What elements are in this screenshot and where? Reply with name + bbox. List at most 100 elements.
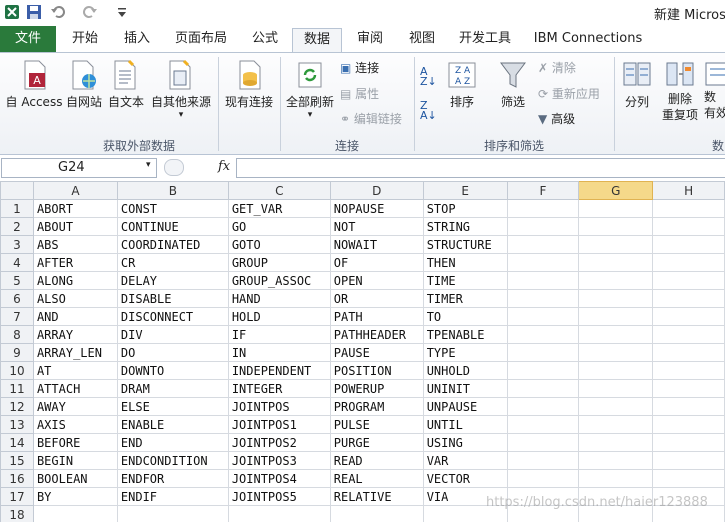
cell[interactable]: [506, 217, 580, 236]
name-box-dropdown-icon[interactable]: ▾: [146, 160, 151, 170]
column-header[interactable]: C: [227, 181, 331, 200]
cell[interactable]: TYPE: [422, 343, 508, 362]
column-header[interactable]: B: [116, 181, 229, 200]
cell[interactable]: TIMER: [422, 289, 508, 308]
cell[interactable]: HOLD: [227, 307, 331, 326]
cell[interactable]: PURGE: [329, 433, 424, 452]
cell[interactable]: ABOUT: [32, 217, 118, 236]
save-icon[interactable]: [26, 4, 42, 20]
cell[interactable]: ENDFOR: [116, 469, 229, 488]
cell[interactable]: UNHOLD: [422, 361, 508, 380]
cell[interactable]: JOINTPOS5: [227, 487, 331, 506]
column-header[interactable]: E: [422, 181, 508, 200]
cell[interactable]: UNPAUSE: [422, 397, 508, 416]
cell[interactable]: [578, 235, 654, 254]
cell[interactable]: ABORT: [32, 199, 118, 218]
from-web-button[interactable]: 自网站: [64, 59, 104, 110]
tab-page-layout[interactable]: 页面布局: [168, 28, 234, 52]
row-header[interactable]: 7: [0, 307, 34, 326]
cell[interactable]: JOINTPOS3: [227, 451, 331, 470]
cell[interactable]: [652, 217, 725, 236]
reapply-button[interactable]: ⟳ 重新应用: [538, 85, 600, 103]
cell[interactable]: DISABLE: [116, 289, 229, 308]
tab-formulas[interactable]: 公式: [242, 28, 288, 52]
edit-links-button[interactable]: ⚭ 编辑链接: [340, 110, 402, 128]
cell[interactable]: [578, 379, 654, 398]
cell[interactable]: UNINIT: [422, 379, 508, 398]
cell[interactable]: PULSE: [329, 415, 424, 434]
cell[interactable]: [652, 253, 725, 272]
cell[interactable]: OF: [329, 253, 424, 272]
cell[interactable]: OPEN: [329, 271, 424, 290]
select-all-corner[interactable]: [0, 181, 34, 200]
cell[interactable]: [652, 289, 725, 308]
cell[interactable]: [652, 235, 725, 254]
cell[interactable]: GET_VAR: [227, 199, 331, 218]
tab-home[interactable]: 开始: [62, 28, 108, 52]
cell[interactable]: [652, 271, 725, 290]
row-header[interactable]: 3: [0, 235, 34, 254]
cell[interactable]: [506, 235, 580, 254]
cell[interactable]: TIME: [422, 271, 508, 290]
row-header[interactable]: 15: [0, 451, 34, 470]
cell[interactable]: [506, 289, 580, 308]
row-header[interactable]: 16: [0, 469, 34, 488]
cell[interactable]: TPENABLE: [422, 325, 508, 344]
cell[interactable]: [578, 199, 654, 218]
cell[interactable]: [578, 361, 654, 380]
cell[interactable]: GOTO: [227, 235, 331, 254]
remove-duplicates-button[interactable]: 删除 重复项: [660, 59, 700, 123]
from-text-button[interactable]: 自文本: [106, 59, 146, 110]
cell[interactable]: PATH: [329, 307, 424, 326]
cell[interactable]: BEGIN: [32, 451, 118, 470]
cell[interactable]: VECTOR: [422, 469, 508, 488]
redo-icon[interactable]: [82, 4, 98, 20]
cell[interactable]: COORDINATED: [116, 235, 229, 254]
cell[interactable]: [506, 451, 580, 470]
cell[interactable]: DOWNTO: [116, 361, 229, 380]
cell[interactable]: HAND: [227, 289, 331, 308]
from-other-sources-button[interactable]: 自其他来源 ▾: [148, 59, 214, 120]
cell[interactable]: [578, 397, 654, 416]
cell[interactable]: [652, 397, 725, 416]
row-header[interactable]: 14: [0, 433, 34, 452]
sort-ascending-button[interactable]: A Z↓: [420, 66, 438, 87]
cell[interactable]: UNTIL: [422, 415, 508, 434]
tab-review[interactable]: 审阅: [348, 28, 392, 52]
cell[interactable]: [578, 289, 654, 308]
cell[interactable]: ENDCONDITION: [116, 451, 229, 470]
formula-input[interactable]: [236, 158, 725, 178]
cell[interactable]: DISCONNECT: [116, 307, 229, 326]
cell[interactable]: [506, 253, 580, 272]
worksheet-grid[interactable]: A B C D E F G H 1 ABORT CONST GET_VAR NOPAUS…: [0, 181, 725, 522]
row-header[interactable]: 8: [0, 325, 34, 344]
refresh-all-button[interactable]: 全部刷新 ▾: [284, 59, 336, 120]
cell[interactable]: PATHHEADER: [329, 325, 424, 344]
column-header-active[interactable]: G: [578, 181, 654, 200]
cell[interactable]: ARRAY_LEN: [32, 343, 118, 362]
cell[interactable]: INDEPENDENT: [227, 361, 331, 380]
column-header[interactable]: H: [652, 181, 725, 200]
cell[interactable]: [578, 253, 654, 272]
tab-view[interactable]: 视图: [400, 28, 444, 52]
cell[interactable]: ELSE: [116, 397, 229, 416]
column-header[interactable]: A: [32, 181, 118, 200]
cell[interactable]: [578, 343, 654, 362]
cell[interactable]: JOINTPOS4: [227, 469, 331, 488]
cell[interactable]: [652, 469, 725, 488]
cell[interactable]: NOT: [329, 217, 424, 236]
tab-developer[interactable]: 开发工具: [452, 28, 518, 52]
cell[interactable]: ARRAY: [32, 325, 118, 344]
cell[interactable]: CONTINUE: [116, 217, 229, 236]
cell[interactable]: POWERUP: [329, 379, 424, 398]
cell[interactable]: STRUCTURE: [422, 235, 508, 254]
cell[interactable]: [578, 217, 654, 236]
cell[interactable]: [116, 505, 229, 522]
cell[interactable]: BY: [32, 487, 118, 506]
cell[interactable]: [506, 199, 580, 218]
cell[interactable]: ENDIF: [116, 487, 229, 506]
cell[interactable]: POSITION: [329, 361, 424, 380]
cell[interactable]: IF: [227, 325, 331, 344]
row-header[interactable]: 12: [0, 397, 34, 416]
cell[interactable]: [506, 343, 580, 362]
